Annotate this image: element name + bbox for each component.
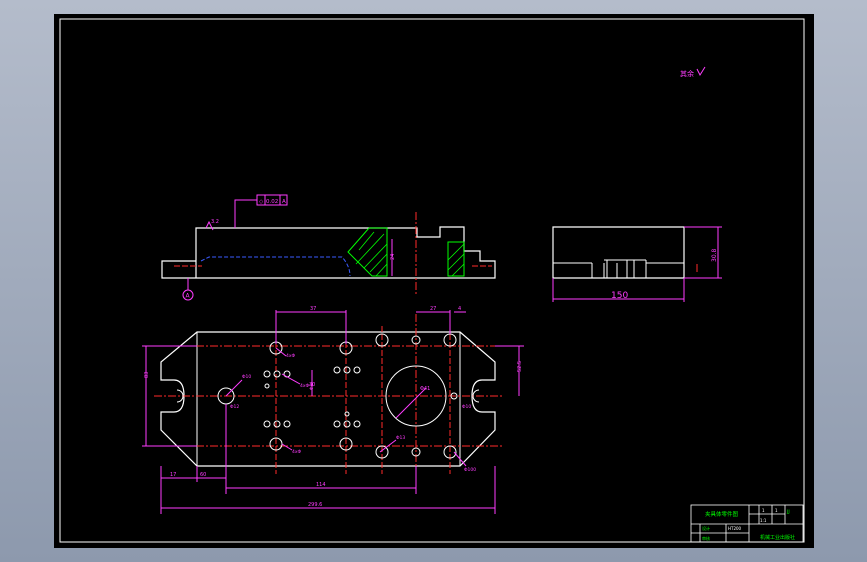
title-scale: 1:1 (760, 518, 767, 523)
title-qty: 1 (762, 508, 765, 513)
side-width-dim: 150 (611, 291, 628, 301)
section-hatch (347, 227, 465, 277)
title-school: 机械工业出版社 (760, 534, 795, 541)
dim-52-5: 52.5 (517, 361, 523, 372)
side-view: 150 30.8 (552, 226, 722, 302)
depth-dim: 24 (390, 254, 396, 260)
side-view-outline (552, 226, 685, 279)
front-roughness-value: 3.2 (211, 219, 219, 225)
svg-text:Φ10: Φ10 (462, 404, 471, 410)
dim-299-6: 299.6 (308, 502, 322, 508)
dim-83: 83 (144, 372, 150, 378)
svg-text:4xΦ: 4xΦ (292, 449, 302, 455)
dim-60: 60 (200, 472, 206, 478)
title-drawing-name: 夹具体零件图 (705, 510, 739, 518)
mechanical-drawing: 其余 ◇ 0.02 A 3.2 A 24 150 30.8 4xΦ Φ10 4x… (59, 18, 805, 543)
svg-text:4xΦ: 4xΦ (286, 353, 296, 359)
roughness-text: 其余 (680, 69, 694, 78)
dim-27: 27 (430, 306, 436, 312)
front-view: ◇ 0.02 A 3.2 A 24 (161, 194, 496, 301)
dim-114: 114 (316, 482, 326, 488)
side-height-dim: 30.8 (711, 248, 718, 262)
svg-text:◇: ◇ (259, 199, 264, 205)
roughness-note: 其余 (680, 66, 706, 78)
front-view-outline (161, 226, 496, 279)
flatness-value: 0.02 (266, 199, 278, 205)
bore-dim: Φ41 (420, 386, 430, 392)
datum-ref: A (282, 199, 286, 205)
svg-text:Φ12: Φ12 (230, 404, 239, 410)
tolerance-leader (234, 199, 257, 228)
title-checker: 审核 (702, 535, 710, 541)
top-view: 4xΦ Φ10 4xΦ 4xΦ Φ41 Φ13 Φ100 Φ8 Φ12 Φ10 (142, 306, 524, 514)
dim-37: 37 (310, 306, 316, 312)
svg-text:Φ100: Φ100 (464, 467, 476, 473)
dim-17: 17 (170, 472, 176, 478)
drawing-border (59, 18, 805, 543)
top-dimensions (142, 310, 524, 514)
hidden-cavity-line (200, 256, 351, 277)
datum-marker-label: A (186, 293, 191, 300)
dim-30: 30 (309, 382, 315, 388)
title-material: HT200 (728, 526, 742, 531)
title-sheet: 1 (775, 508, 778, 513)
dim-4: 4 (458, 306, 461, 312)
cad-viewport[interactable]: 其余 ◇ 0.02 A 3.2 A 24 150 30.8 4xΦ Φ10 4x… (54, 14, 814, 548)
svg-text:Φ13: Φ13 (396, 435, 405, 441)
hole-dim-phi10: Φ10 (242, 374, 251, 380)
title-designer: 设计 (702, 525, 710, 531)
roughness-symbol-icon (696, 66, 706, 77)
title-drawing-no: JJ (786, 509, 790, 515)
